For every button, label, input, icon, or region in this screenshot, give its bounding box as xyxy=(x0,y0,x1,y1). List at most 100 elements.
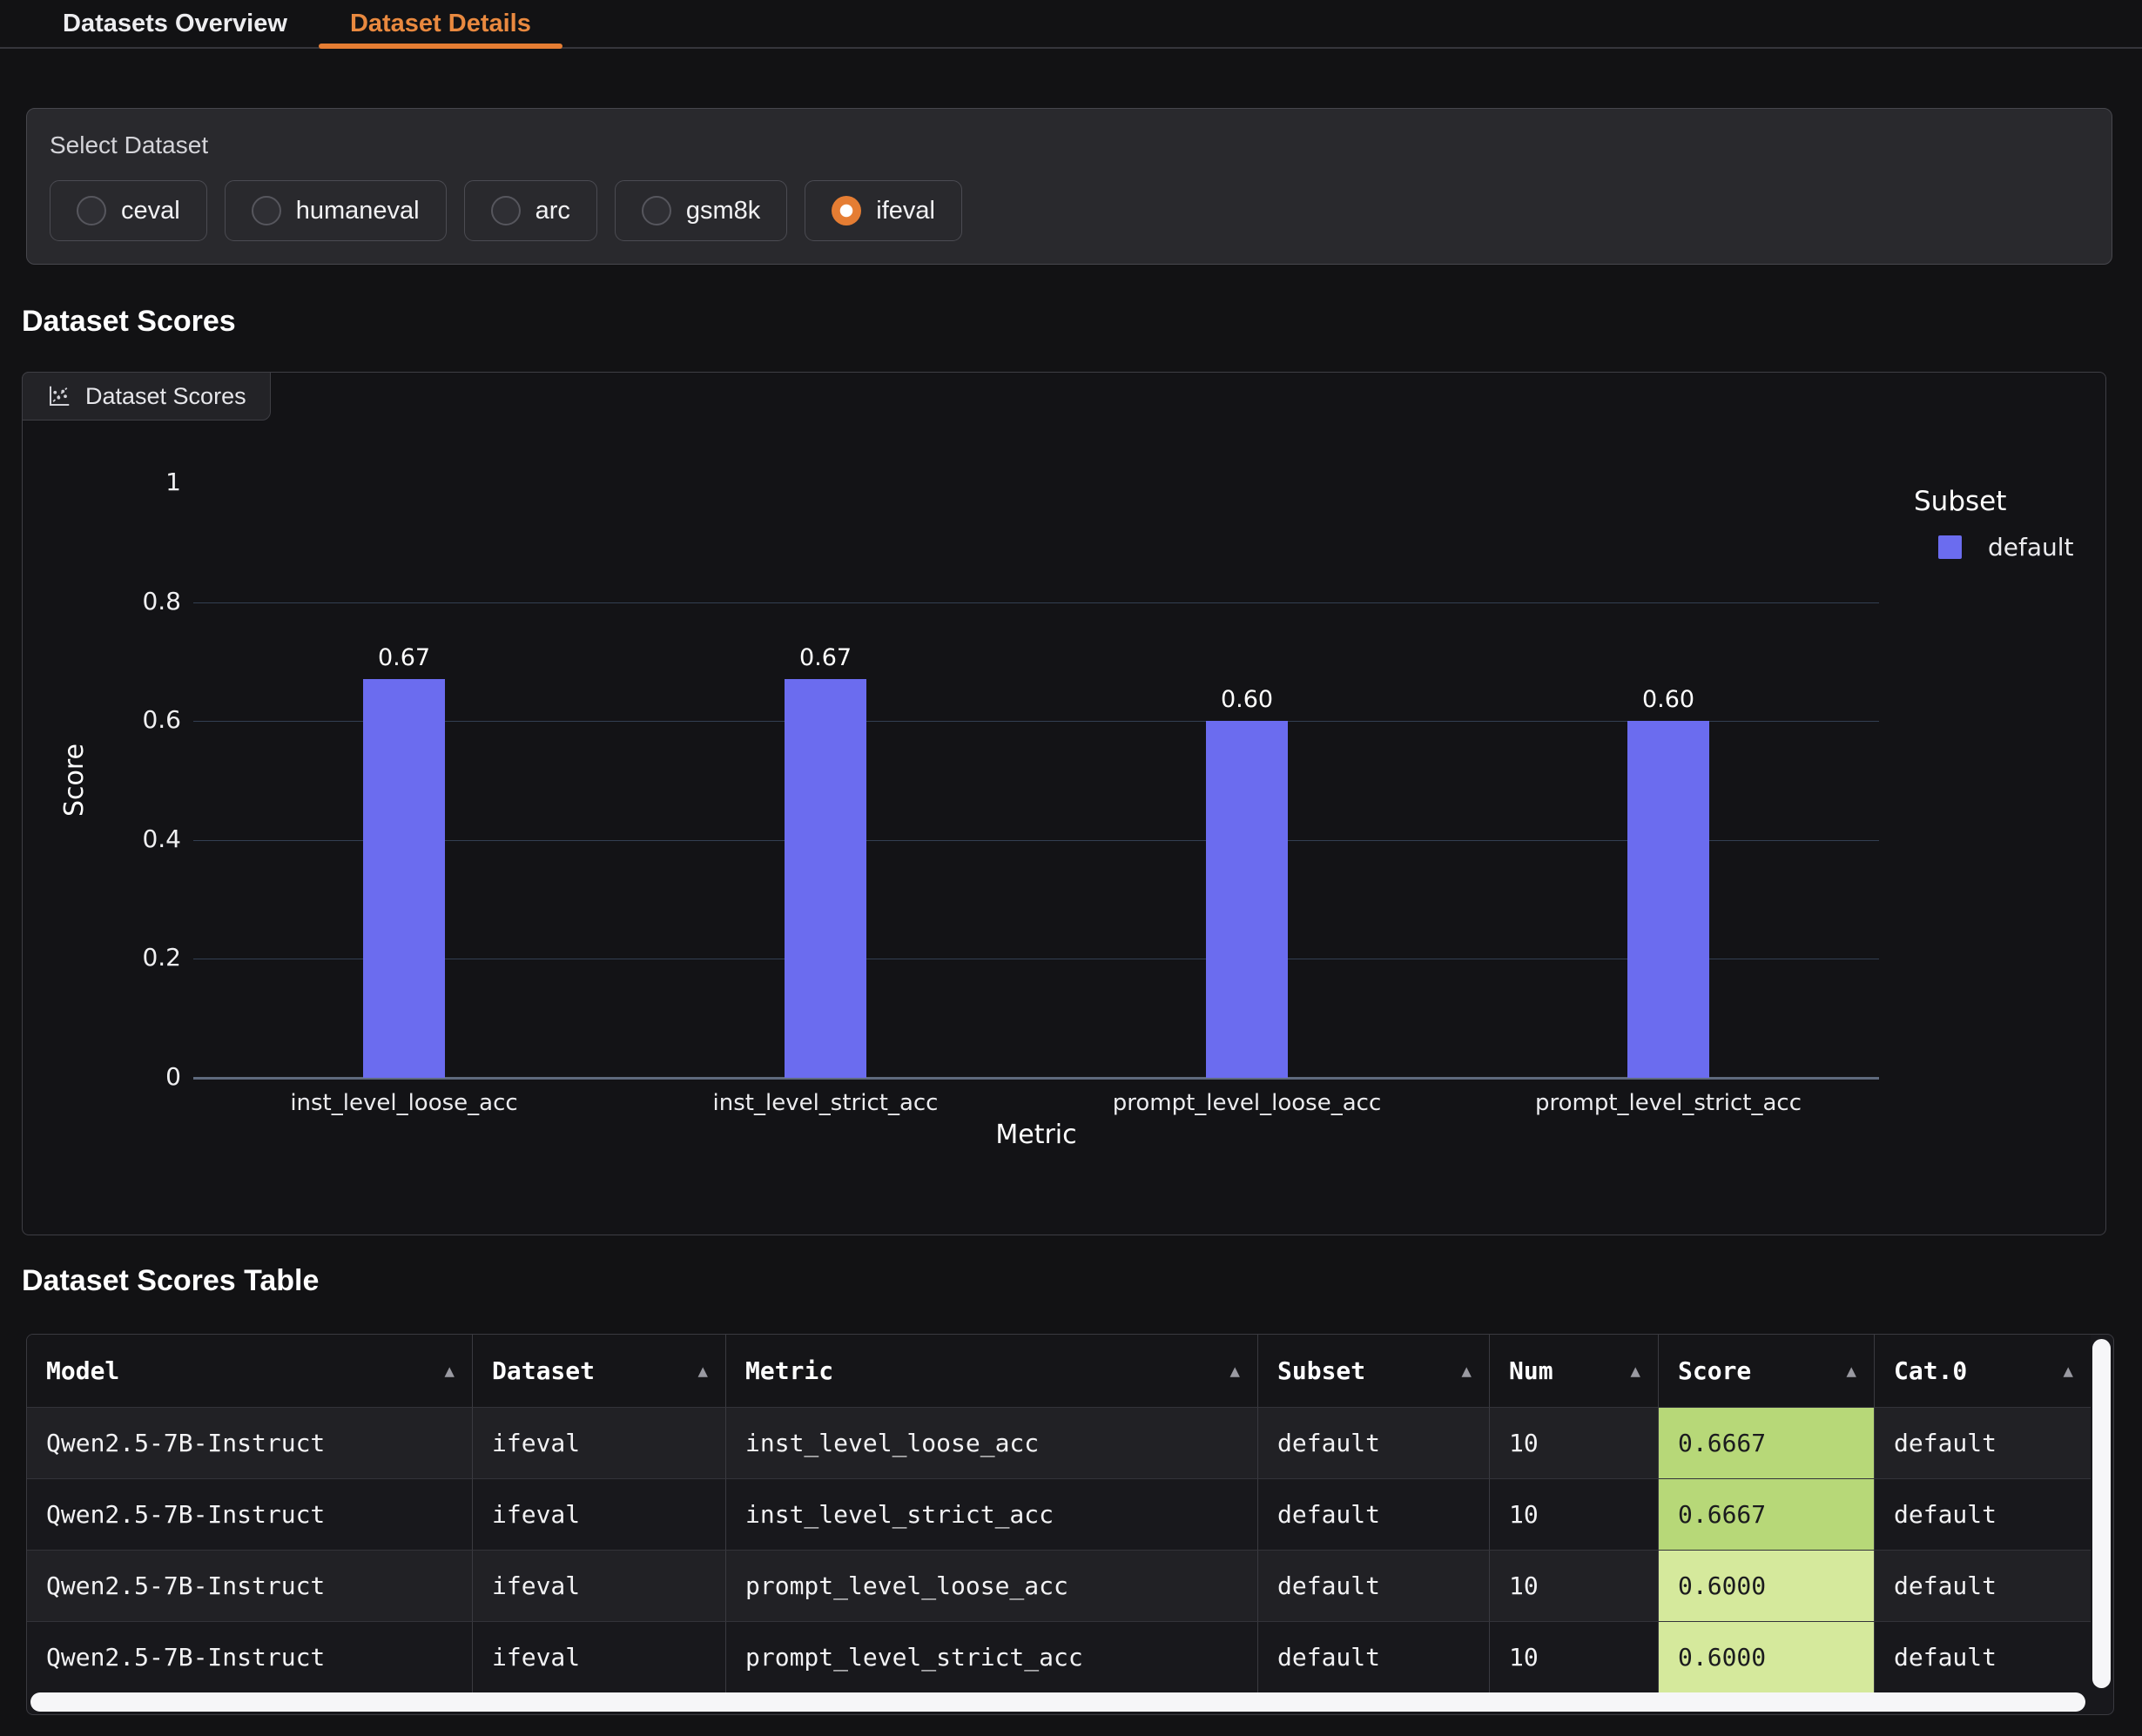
y-tick-label: 0.8 xyxy=(51,587,181,616)
cell-score-row-1[interactable]: 0.6667 xyxy=(1658,1478,1874,1550)
radio-icon xyxy=(491,196,521,225)
y-tick-label: 0.6 xyxy=(51,705,181,734)
sort-asc-icon[interactable]: ▲ xyxy=(445,1362,455,1381)
tab-datasets-overview[interactable]: Datasets Overview xyxy=(31,0,319,47)
column-header-score[interactable]: Score▲ xyxy=(1658,1335,1874,1407)
column-header-label: Metric xyxy=(745,1356,833,1385)
cell-num-row-0[interactable]: 10 xyxy=(1489,1407,1658,1478)
radio-icon xyxy=(642,196,671,225)
x-axis-line xyxy=(193,1077,1879,1080)
cell-dataset-row-0[interactable]: ifeval xyxy=(472,1407,725,1478)
radio-icon xyxy=(77,196,106,225)
dataset-radio-group: ceval humaneval arc gsm8k ifeval xyxy=(50,180,2089,241)
cell-score-row-3[interactable]: 0.6000 xyxy=(1658,1621,1874,1692)
dataset-scores-heading: Dataset Scores xyxy=(22,305,236,339)
gridline-y-0.6 xyxy=(193,721,1879,722)
cell-num-row-3[interactable]: 10 xyxy=(1489,1621,1658,1692)
table-grid: Model▲Dataset▲Metric▲Subset▲Num▲Score▲Ca… xyxy=(27,1335,2091,1692)
scatter-chart-icon xyxy=(46,383,72,409)
radio-option-ceval[interactable]: ceval xyxy=(50,180,207,241)
app: Datasets OverviewDataset Details Select … xyxy=(0,0,2142,1736)
y-tick-label: 0.4 xyxy=(51,824,181,853)
bar-inst-level-loose-acc xyxy=(363,679,445,1078)
sort-asc-icon[interactable]: ▲ xyxy=(1230,1362,1240,1381)
sort-asc-icon[interactable]: ▲ xyxy=(2064,1362,2073,1381)
cell-cat-0-row-2[interactable]: default xyxy=(1874,1550,2091,1621)
dataset-scores-table: Model▲Dataset▲Metric▲Subset▲Num▲Score▲Ca… xyxy=(26,1334,2114,1715)
y-tick-label: 0.2 xyxy=(51,943,181,972)
cell-num-row-2[interactable]: 10 xyxy=(1489,1550,1658,1621)
column-header-dataset[interactable]: Dataset ▲ xyxy=(472,1335,725,1407)
bar-value-label: 0.67 xyxy=(760,644,891,671)
cell-dataset-row-1[interactable]: ifeval xyxy=(472,1478,725,1550)
cell-dataset-row-3[interactable]: ifeval xyxy=(472,1621,725,1692)
cell-dataset-row-2[interactable]: ifeval xyxy=(472,1550,725,1621)
x-tick-label-inst-level-loose-acc: inst_level_loose_acc xyxy=(193,1090,615,1116)
cell-num-row-1[interactable]: 10 xyxy=(1489,1478,1658,1550)
gridline-y-0.8 xyxy=(193,602,1879,603)
radio-option-ifeval[interactable]: ifeval xyxy=(805,180,962,241)
cell-cat-0-row-0[interactable]: default xyxy=(1874,1407,2091,1478)
cell-score-row-0[interactable]: 0.6667 xyxy=(1658,1407,1874,1478)
vertical-scrollbar[interactable] xyxy=(2092,1339,2111,1688)
radio-option-arc[interactable]: arc xyxy=(464,180,597,241)
column-header-cat-0[interactable]: Cat.0▲ xyxy=(1874,1335,2091,1407)
column-header-subset[interactable]: Subset ▲ xyxy=(1257,1335,1489,1407)
chart-tab-dataset-scores[interactable]: Dataset Scores xyxy=(22,372,271,421)
cell-metric-row-0[interactable]: inst_level_loose_acc xyxy=(725,1407,1257,1478)
horizontal-scrollbar-thumb[interactable] xyxy=(30,1692,2085,1712)
legend-title: Subset xyxy=(1914,486,2074,517)
bar-inst-level-strict-acc xyxy=(785,679,866,1078)
radio-option-gsm8k[interactable]: gsm8k xyxy=(615,180,787,241)
tab-dataset-details[interactable]: Dataset Details xyxy=(319,0,562,47)
legend-swatch xyxy=(1938,535,1962,559)
cell-cat-0-row-1[interactable]: default xyxy=(1874,1478,2091,1550)
cell-subset-row-0[interactable]: default xyxy=(1257,1407,1489,1478)
radio-icon xyxy=(832,196,861,225)
dataset-scores-table-heading: Dataset Scores Table xyxy=(22,1264,319,1298)
x-tick-label-prompt-level-loose-acc: prompt_level_loose_acc xyxy=(1036,1090,1458,1116)
sort-asc-icon[interactable]: ▲ xyxy=(1847,1362,1856,1381)
column-header-num[interactable]: Num ▲ xyxy=(1489,1335,1658,1407)
radio-option-label: arc xyxy=(536,197,570,225)
radio-option-label: ceval xyxy=(121,197,180,225)
select-dataset-panel: Select Dataset ceval humaneval arc gsm8k ife… xyxy=(26,108,2112,265)
cell-subset-row-2[interactable]: default xyxy=(1257,1550,1489,1621)
column-header-label: Num xyxy=(1509,1356,1553,1385)
gridline-y-0.4 xyxy=(193,840,1879,841)
cell-metric-row-2[interactable]: prompt_level_loose_acc xyxy=(725,1550,1257,1621)
radio-option-label: ifeval xyxy=(876,197,935,225)
radio-icon xyxy=(252,196,281,225)
sort-asc-icon[interactable]: ▲ xyxy=(698,1362,708,1381)
cell-model-row-3[interactable]: Qwen2.5-7B-Instruct xyxy=(27,1621,472,1692)
sort-asc-icon[interactable]: ▲ xyxy=(1462,1362,1472,1381)
column-header-model[interactable]: Model ▲ xyxy=(27,1335,472,1407)
bar-chart-plot-area: Score Metric Subset default 00.20.40.60.… xyxy=(23,373,2105,1235)
cell-subset-row-3[interactable]: default xyxy=(1257,1621,1489,1692)
horizontal-scrollbar[interactable] xyxy=(30,1692,2085,1712)
cell-model-row-1[interactable]: Qwen2.5-7B-Instruct xyxy=(27,1478,472,1550)
x-axis-title: Metric xyxy=(906,1120,1167,1150)
column-header-label: Model xyxy=(46,1356,119,1385)
column-header-label: Subset xyxy=(1277,1356,1365,1385)
cell-cat-0-row-3[interactable]: default xyxy=(1874,1621,2091,1692)
dataset-scores-chart-panel: Score Metric Subset default 00.20.40.60.… xyxy=(22,372,2106,1235)
column-header-metric[interactable]: Metric ▲ xyxy=(725,1335,1257,1407)
vertical-scrollbar-thumb[interactable] xyxy=(2092,1339,2111,1688)
y-tick-label: 1 xyxy=(51,468,181,496)
cell-model-row-2[interactable]: Qwen2.5-7B-Instruct xyxy=(27,1550,472,1621)
sort-asc-icon[interactable]: ▲ xyxy=(1631,1362,1640,1381)
radio-option-label: humaneval xyxy=(296,197,420,225)
radio-option-label: gsm8k xyxy=(686,197,760,225)
cell-metric-row-3[interactable]: prompt_level_strict_acc xyxy=(725,1621,1257,1692)
cell-subset-row-1[interactable]: default xyxy=(1257,1478,1489,1550)
legend-entry: default xyxy=(1938,533,2074,562)
y-tick-label: 0 xyxy=(51,1062,181,1091)
radio-option-humaneval[interactable]: humaneval xyxy=(225,180,447,241)
select-dataset-label: Select Dataset xyxy=(50,131,2089,159)
top-tab-bar: Datasets OverviewDataset Details xyxy=(0,0,2142,49)
column-header-label: Dataset xyxy=(492,1356,595,1385)
cell-metric-row-1[interactable]: inst_level_strict_acc xyxy=(725,1478,1257,1550)
cell-model-row-0[interactable]: Qwen2.5-7B-Instruct xyxy=(27,1407,472,1478)
cell-score-row-2[interactable]: 0.6000 xyxy=(1658,1550,1874,1621)
